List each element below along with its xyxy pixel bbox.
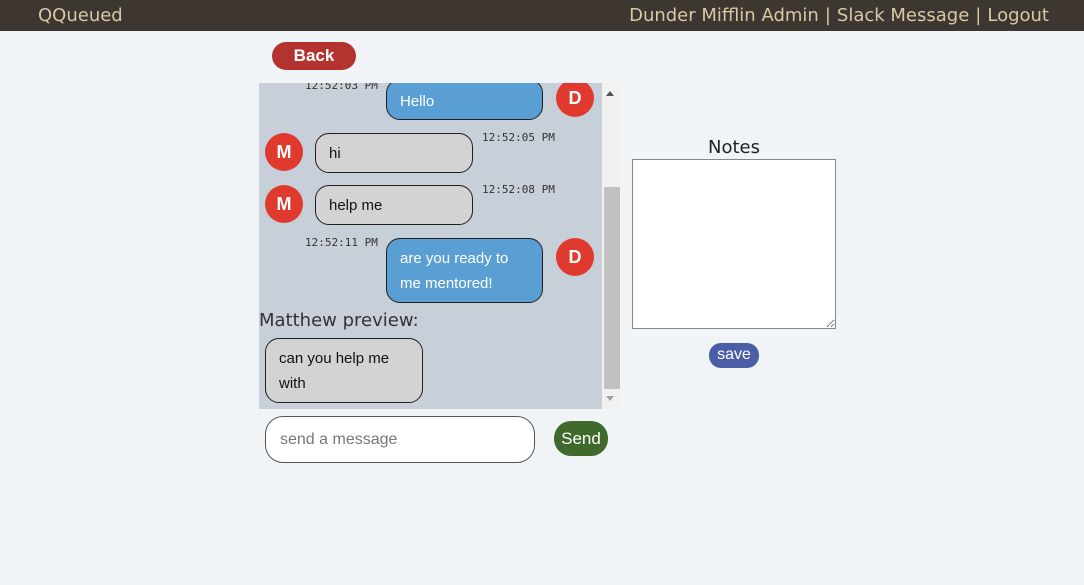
nav-link-logout[interactable]: Logout: [987, 5, 1049, 26]
brand-link[interactable]: QQueued: [38, 5, 123, 26]
back-button[interactable]: Back: [272, 42, 356, 70]
preview-bubble: can you help me with: [265, 338, 423, 403]
scroll-thumb[interactable]: [604, 187, 620, 389]
nav-links: Dunder Mifflin Admin | Slack Message | Logou…: [629, 5, 1049, 26]
nav-link-slack-message[interactable]: Slack Message: [837, 5, 969, 26]
nav-link-admin[interactable]: Dunder Mifflin Admin: [629, 5, 819, 26]
nav-separator: |: [824, 5, 831, 26]
avatar: D: [556, 238, 594, 276]
chat-scrollbar[interactable]: [602, 83, 620, 409]
chat-panel[interactable]: 12:52:03 PM Hello D M hi 12:52:05 PM M h…: [259, 83, 620, 409]
send-button[interactable]: Send: [554, 421, 608, 456]
message-bubble: hi: [315, 133, 473, 173]
avatar: D: [556, 83, 594, 117]
message-bubble: Hello: [386, 83, 543, 120]
notes-title: Notes: [708, 137, 760, 158]
preview-label: Matthew preview:: [259, 310, 419, 331]
scroll-up-arrow-icon[interactable]: [606, 91, 614, 96]
nav-separator: |: [975, 5, 982, 26]
message-timestamp: 12:52:08 PM: [482, 183, 555, 196]
message-bubble: help me: [315, 185, 473, 225]
message-input[interactable]: [265, 416, 535, 463]
message-timestamp: 12:52:11 PM: [305, 236, 378, 249]
top-navbar: QQueued Dunder Mifflin Admin | Slack Messa…: [0, 0, 1084, 31]
message-timestamp: 12:52:03 PM: [305, 83, 378, 92]
scroll-down-arrow-icon[interactable]: [606, 396, 614, 401]
save-button[interactable]: save: [709, 343, 759, 368]
message-timestamp: 12:52:05 PM: [482, 131, 555, 144]
notes-textarea[interactable]: [632, 159, 836, 329]
avatar: M: [265, 185, 303, 223]
avatar: M: [265, 133, 303, 171]
message-bubble: are you ready to me mentored!: [386, 238, 543, 303]
